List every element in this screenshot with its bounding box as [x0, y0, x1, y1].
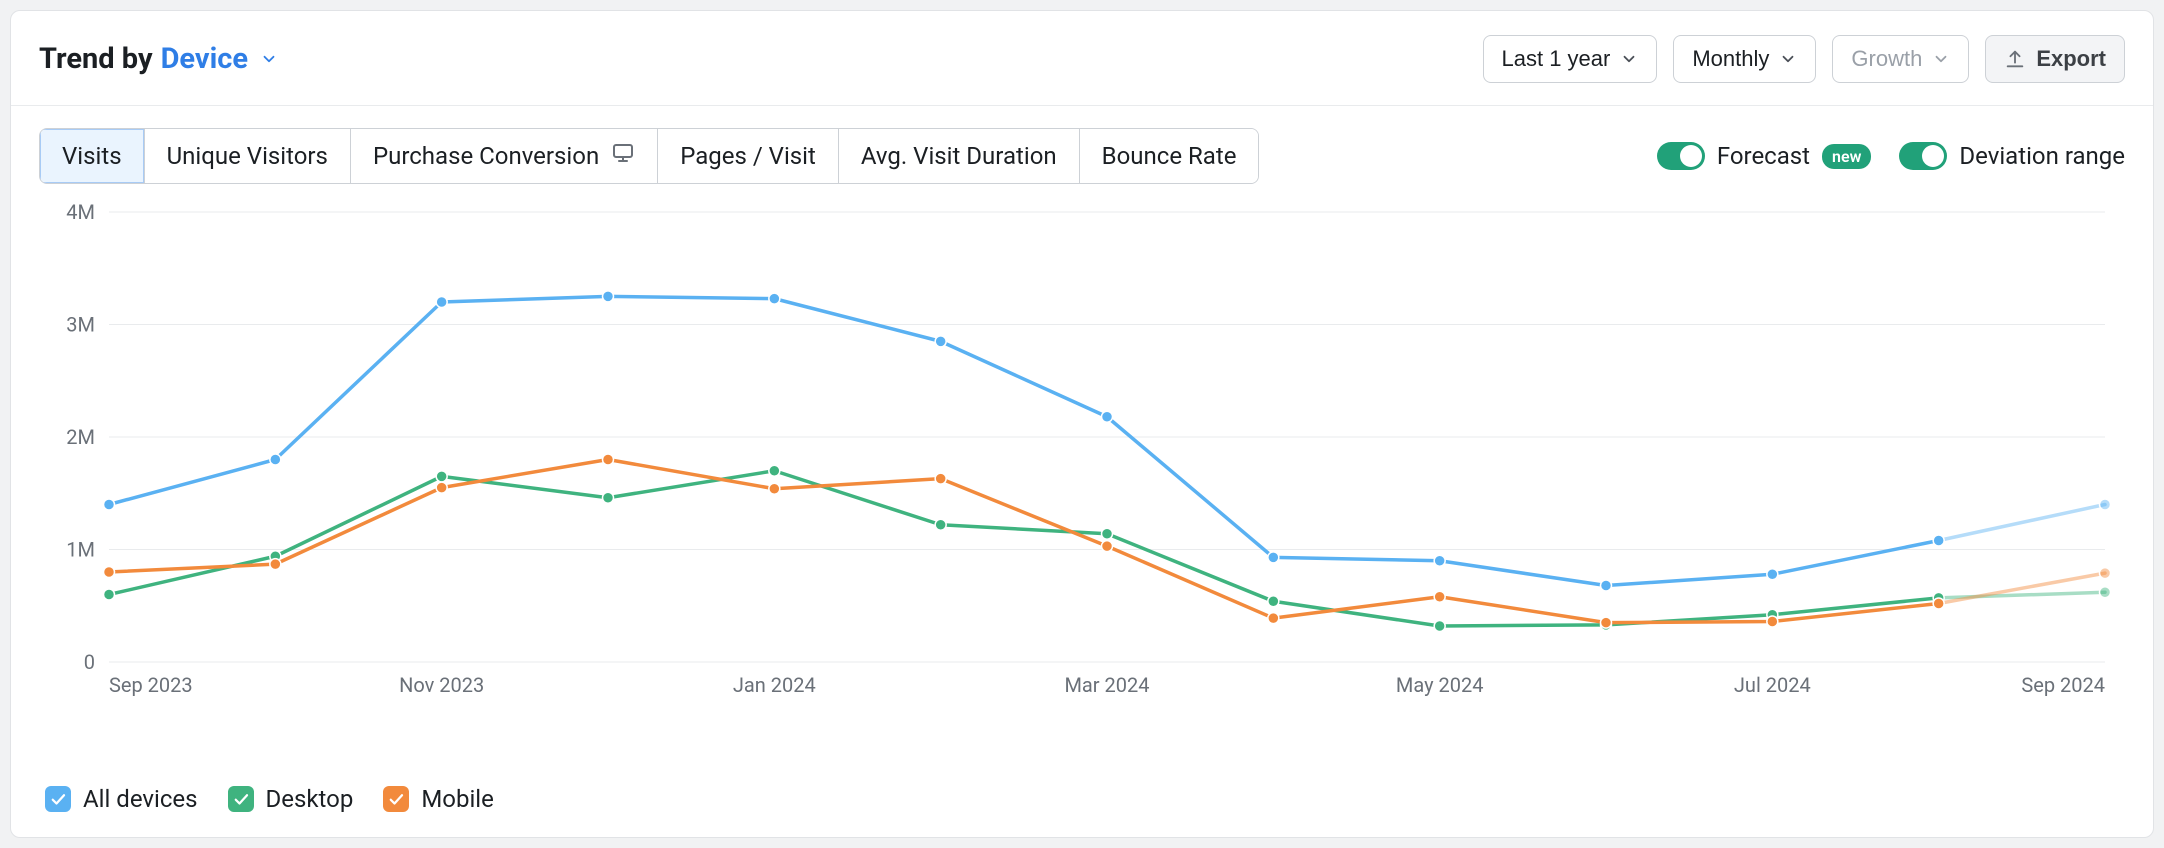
trend-by-device-card: Trend by Device Last 1 year Monthly Grow…: [10, 10, 2154, 838]
switch-on-icon[interactable]: [1657, 142, 1705, 170]
legend-swatch: [383, 786, 409, 812]
export-icon: [2004, 48, 2026, 70]
chevron-down-icon: [1620, 50, 1638, 68]
svg-text:2M: 2M: [66, 425, 95, 449]
svg-text:Mar 2024: Mar 2024: [1064, 673, 1149, 697]
tab-visits[interactable]: Visits: [40, 129, 145, 183]
export-label: Export: [2036, 46, 2106, 72]
growth-select[interactable]: Growth: [1832, 35, 1969, 83]
legend-item[interactable]: All devices: [45, 785, 198, 813]
chevron-down-icon[interactable]: [260, 50, 278, 68]
date-range-label: Last 1 year: [1502, 46, 1611, 72]
tab-label: Pages / Visit: [680, 142, 816, 170]
svg-text:Jul 2024: Jul 2024: [1734, 673, 1811, 697]
dimension-selector-label[interactable]: Device: [161, 42, 248, 76]
svg-text:4M: 4M: [66, 202, 95, 224]
deviation-label: Deviation range: [1959, 142, 2125, 170]
svg-text:1M: 1M: [66, 538, 95, 562]
card-header: Trend by Device Last 1 year Monthly Grow…: [11, 11, 2153, 106]
legend-label: Desktop: [266, 785, 354, 813]
granularity-label: Monthly: [1692, 46, 1769, 72]
svg-text:Sep 2024: Sep 2024: [2021, 673, 2105, 697]
legend-item[interactable]: Desktop: [228, 785, 354, 813]
new-badge: new: [1822, 144, 1871, 169]
switch-on-icon[interactable]: [1899, 142, 1947, 170]
tab-avg-visit-duration[interactable]: Avg. Visit Duration: [839, 129, 1080, 183]
tab-label: Bounce Rate: [1102, 142, 1237, 170]
tab-label: Purchase Conversion: [373, 142, 599, 170]
deviation-toggle[interactable]: Deviation range: [1899, 142, 2125, 170]
legend-label: All devices: [83, 785, 198, 813]
svg-text:0: 0: [84, 650, 95, 674]
subheader: Visits Unique Visitors Purchase Conversion…: [11, 106, 2153, 184]
svg-text:May 2024: May 2024: [1396, 673, 1484, 697]
chart-legend: All devices Desktop Mobile: [11, 767, 2153, 837]
toggles: Forecast new Deviation range: [1657, 142, 2125, 170]
card-title[interactable]: Trend by Device: [39, 42, 278, 76]
svg-text:Sep 2023: Sep 2023: [109, 673, 193, 697]
growth-label: Growth: [1851, 46, 1922, 72]
legend-item[interactable]: Mobile: [383, 785, 494, 813]
line-chart: 0 1M 2M 3M 4M Sep 2023 Nov 2023 Jan 2024 Mar 202…: [39, 202, 2125, 722]
tab-label: Visits: [62, 142, 122, 170]
legend-swatch: [228, 786, 254, 812]
metric-tabs: Visits Unique Visitors Purchase Conversion…: [39, 128, 1259, 184]
date-range-select[interactable]: Last 1 year: [1483, 35, 1658, 83]
monitor-icon: [611, 141, 635, 171]
legend-swatch: [45, 786, 71, 812]
tab-label: Avg. Visit Duration: [861, 142, 1057, 170]
chevron-down-icon: [1779, 50, 1797, 68]
title-prefix: Trend by: [39, 42, 153, 76]
svg-text:3M: 3M: [66, 313, 95, 337]
tab-label: Unique Visitors: [167, 142, 328, 170]
forecast-toggle[interactable]: Forecast new: [1657, 142, 1872, 170]
tab-unique-visitors[interactable]: Unique Visitors: [145, 129, 351, 183]
tab-bounce-rate[interactable]: Bounce Rate: [1080, 129, 1259, 183]
svg-text:Nov 2023: Nov 2023: [399, 673, 484, 697]
export-button[interactable]: Export: [1985, 35, 2125, 83]
chevron-down-icon: [1932, 50, 1950, 68]
header-controls: Last 1 year Monthly Growth Export: [1483, 35, 2126, 83]
tab-purchase-conversion[interactable]: Purchase Conversion: [351, 129, 658, 183]
svg-text:Jan 2024: Jan 2024: [733, 673, 816, 697]
tab-pages-visit[interactable]: Pages / Visit: [658, 129, 839, 183]
forecast-label: Forecast: [1717, 142, 1810, 170]
legend-label: Mobile: [421, 785, 494, 813]
chart-area: 0 1M 2M 3M 4M Sep 2023 Nov 2023 Jan 2024 Mar 202…: [11, 184, 2153, 767]
granularity-select[interactable]: Monthly: [1673, 35, 1816, 83]
